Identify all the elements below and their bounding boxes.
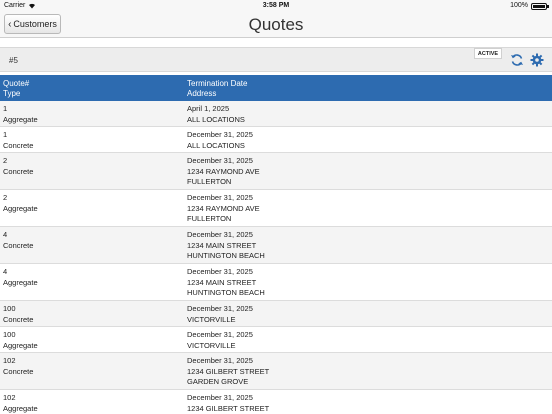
table-row[interactable]: 2 Concrete December 31, 2025 1234 RAYMOND … bbox=[0, 153, 552, 190]
address-line1: 1234 GILBERT STREET bbox=[187, 403, 270, 413]
address-line2: FULLERTON bbox=[187, 214, 232, 223]
termination-date: December 31, 2025 bbox=[187, 330, 253, 339]
page-title: Quotes bbox=[248, 15, 304, 34]
termination-date: December 31, 2025 bbox=[187, 230, 253, 239]
status-bar: Carrier 3:58 PM 100% bbox=[0, 0, 552, 12]
quote-type: Aggregate bbox=[3, 340, 38, 350]
address-line1: 1234 MAIN STREET bbox=[187, 240, 257, 250]
termination-date: December 31, 2025 bbox=[187, 393, 253, 402]
quote-number: 100 bbox=[3, 304, 16, 313]
quote-number: 4 bbox=[3, 267, 8, 276]
quote-number: 102 bbox=[3, 393, 16, 402]
quote-type: Aggregate bbox=[3, 277, 38, 287]
table-row[interactable]: 4 Aggregate December 31, 2025 1234 MAIN ST… bbox=[0, 264, 552, 301]
header-address: Address bbox=[187, 89, 217, 98]
termination-date: December 31, 2025 bbox=[187, 130, 253, 139]
quote-number: 2 bbox=[3, 156, 8, 165]
table-row[interactable]: 100 Aggregate December 31, 2025 VICTORVILL… bbox=[0, 327, 552, 353]
header-quote-type[interactable]: Quote# Type bbox=[3, 79, 29, 99]
termination-date: December 31, 2025 bbox=[187, 156, 253, 165]
address-line1: VICTORVILLE bbox=[187, 340, 236, 350]
address-line1: 1234 RAYMOND AVE bbox=[187, 203, 260, 213]
quote-number: 4 bbox=[3, 230, 8, 239]
termination-date: December 31, 2025 bbox=[187, 267, 253, 276]
quote-type: Concrete bbox=[3, 240, 34, 250]
quote-number: 100 bbox=[3, 330, 16, 339]
quote-number: 1 bbox=[3, 130, 8, 139]
address-line2: GARDEN GROVE bbox=[187, 377, 249, 386]
table-row[interactable]: 100 Concrete December 31, 2025 VICTORVILLE bbox=[0, 301, 552, 327]
table-row[interactable]: 1 Aggregate April 1, 2025 ALL LOCATIONS bbox=[0, 101, 552, 127]
table-header: Quote# Type Termination Date Address bbox=[0, 75, 552, 101]
table-row[interactable]: 4 Concrete December 31, 2025 1234 MAIN STR… bbox=[0, 227, 552, 264]
header-quote-number: Quote# bbox=[3, 79, 30, 88]
termination-date: December 31, 2025 bbox=[187, 356, 253, 365]
address-line1: VICTORVILLE bbox=[187, 314, 236, 324]
quote-type: Concrete bbox=[3, 140, 34, 150]
address-line1: 1234 MAIN STREET bbox=[187, 277, 257, 287]
table-row[interactable]: 102 Aggregate December 31, 2025 1234 GILBE… bbox=[0, 390, 552, 414]
quote-type: Aggregate bbox=[3, 203, 38, 213]
quote-number: 102 bbox=[3, 356, 16, 365]
address-line2: HUNTINGTON BEACH bbox=[187, 288, 265, 297]
battery-percentage: 100% bbox=[510, 2, 528, 9]
quote-type: Aggregate bbox=[3, 403, 38, 413]
quote-type: Concrete bbox=[3, 314, 34, 324]
address-line1: 1234 GILBERT STREET bbox=[187, 366, 270, 376]
table-row[interactable]: 2 Aggregate December 31, 2025 1234 RAYMOND… bbox=[0, 190, 552, 227]
termination-date: December 31, 2025 bbox=[187, 193, 253, 202]
quote-number: 2 bbox=[3, 193, 8, 202]
address-line1: 1234 RAYMOND AVE bbox=[187, 166, 260, 176]
quote-type: Aggregate bbox=[3, 114, 38, 124]
table-row[interactable]: 102 Concrete December 31, 2025 1234 GILBER… bbox=[0, 353, 552, 390]
quotes-list: 1 Aggregate April 1, 2025 ALL LOCATIONS 1C… bbox=[0, 101, 552, 414]
quote-type: Concrete bbox=[3, 166, 34, 176]
customer-filter-bar: #5 ACTIVE bbox=[0, 47, 552, 72]
termination-date: April 1, 2025 bbox=[187, 104, 230, 113]
address-line2: FULLERTON bbox=[187, 177, 232, 186]
address-line1: ALL LOCATIONS bbox=[187, 114, 245, 124]
status-badge[interactable]: ACTIVE bbox=[474, 48, 502, 59]
status-time: 3:58 PM bbox=[262, 2, 290, 9]
header-date-address[interactable]: Termination Date Address bbox=[187, 79, 247, 99]
address-line1: ALL LOCATIONS bbox=[187, 140, 245, 150]
navigation-bar: ‹ Customers Quotes bbox=[0, 12, 552, 38]
quote-number: 1 bbox=[3, 104, 8, 113]
address-line2: HUNTINGTON BEACH bbox=[187, 251, 265, 260]
refresh-icon[interactable] bbox=[510, 53, 524, 67]
quote-type: Concrete bbox=[3, 366, 34, 376]
header-termination-date: Termination Date bbox=[187, 79, 248, 88]
battery-icon bbox=[531, 3, 549, 10]
customer-number: #5 bbox=[9, 56, 18, 65]
termination-date: December 31, 2025 bbox=[187, 304, 253, 313]
header-type: Type bbox=[3, 89, 21, 98]
gear-icon[interactable] bbox=[530, 53, 544, 67]
table-row[interactable]: 1 Concrete December 31, 2025 ALL LOCATIONS bbox=[0, 127, 552, 153]
